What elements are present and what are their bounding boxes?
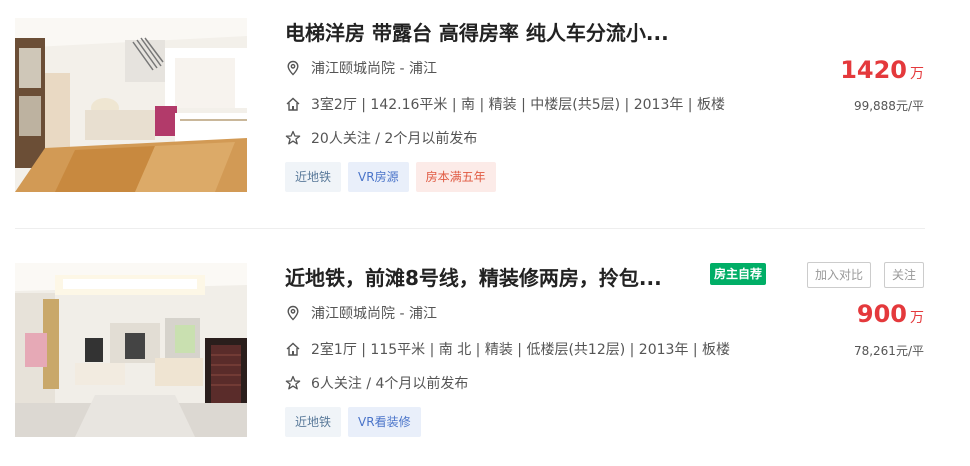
- listing-title[interactable]: 电梯洋房 带露台 高得房率 纯人车分流小...: [285, 17, 669, 46]
- unit-price: 78,261元/平: [853, 344, 924, 358]
- location-pin-icon: [285, 60, 301, 76]
- tag-near-subway: 近地铁: [285, 162, 342, 192]
- star-icon: [285, 375, 301, 391]
- total-price-unit: 万: [910, 66, 924, 82]
- owner-recommend-badge: 房主自荐: [710, 263, 767, 285]
- total-price-value: 1420: [840, 56, 907, 84]
- tag-vr: VR房源: [348, 162, 409, 192]
- house-icon: [285, 341, 301, 357]
- location-pin-icon: [285, 305, 301, 321]
- total-price: 1420 万: [840, 56, 924, 84]
- total-price-unit: 万: [910, 310, 924, 326]
- listing-location: 浦江颐城尚院 - 浦江: [285, 303, 437, 323]
- listing-photo[interactable]: [15, 263, 247, 437]
- listing-divider: [15, 228, 925, 229]
- star-icon: [285, 130, 301, 146]
- follow-info-text: 6人关注 / 4个月以前发布: [311, 376, 469, 392]
- add-compare-button[interactable]: 加入对比: [807, 262, 872, 288]
- listing-follow-info: 20人关注 / 2个月以前发布: [285, 128, 477, 148]
- house-info-text: 3室2厅 | 142.16平米 | 南 | 精装 | 中楼层(共5层) | 20…: [311, 97, 725, 113]
- listing-house-info: 3室2厅 | 142.16平米 | 南 | 精装 | 中楼层(共5层) | 20…: [285, 94, 725, 114]
- listing-photo[interactable]: [15, 18, 247, 192]
- follow-info-text: 20人关注 / 2个月以前发布: [311, 131, 478, 147]
- listing-tags: 近地铁 VR看装修: [285, 407, 421, 437]
- community-link[interactable]: 浦江颐城尚院 - 浦江: [311, 303, 437, 323]
- listing-card: 近地铁，前滩8号线，精装修两房，拎包... 房主自荐 加入对比 关注 浦江颐城尚…: [0, 245, 970, 466]
- listing-title[interactable]: 近地铁，前滩8号线，精装修两房，拎包...: [285, 262, 662, 291]
- listing-house-info: 2室1厅 | 115平米 | 南 北 | 精装 | 低楼层(共12层) | 20…: [285, 339, 730, 359]
- house-icon: [285, 96, 301, 112]
- tag-vr-decoration: VR看装修: [348, 407, 421, 437]
- listing-tags: 近地铁 VR房源 房本满五年: [285, 162, 496, 192]
- total-price-value: 900: [856, 300, 907, 328]
- tag-five-years: 房本满五年: [415, 162, 496, 192]
- community-link[interactable]: 浦江颐城尚院 - 浦江: [311, 58, 437, 78]
- house-info-text: 2室1厅 | 115平米 | 南 北 | 精装 | 低楼层(共12层) | 20…: [311, 342, 731, 358]
- tag-near-subway: 近地铁: [285, 407, 342, 437]
- listing-location: 浦江颐城尚院 - 浦江: [285, 58, 437, 78]
- unit-price: 99,888元/平: [853, 99, 924, 113]
- listing-follow-info: 6人关注 / 4个月以前发布: [285, 373, 468, 393]
- listing-card: 电梯洋房 带露台 高得房率 纯人车分流小... 浦江颐城尚院 - 浦江 3室2厅…: [0, 0, 970, 212]
- total-price: 900 万: [857, 300, 924, 328]
- follow-button[interactable]: 关注: [884, 262, 925, 288]
